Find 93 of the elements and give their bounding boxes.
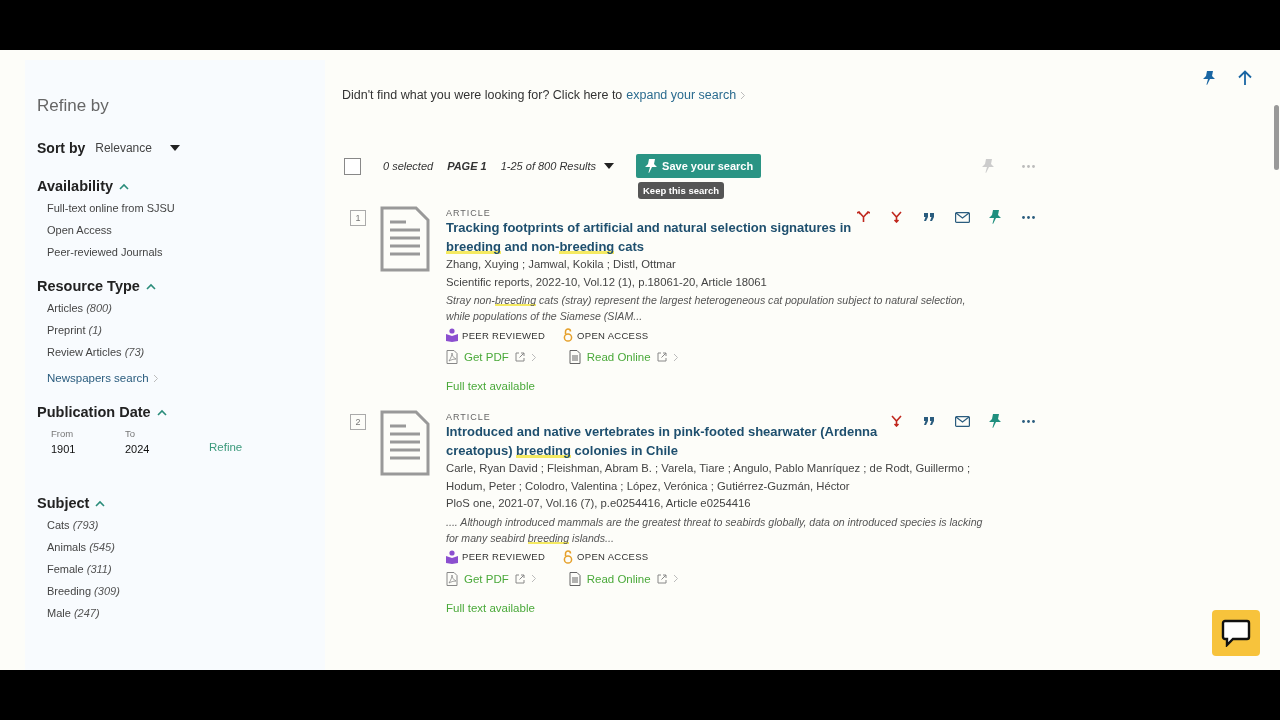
expand-search-link[interactable]: expand your search: [626, 88, 737, 102]
snippet: .... Although introduced mammals are the greatest threat to seabirds globally, data on introduced species is lacking for many seabird breeding islands...: [446, 514, 984, 546]
chevron-right-icon: [530, 352, 537, 362]
facet-item[interactable]: Breeding (309): [47, 585, 325, 597]
pin-icon: [988, 413, 1002, 429]
caret-down-icon: [604, 162, 615, 170]
refine-title: Refine by: [37, 96, 110, 116]
book-reader-icon: [446, 549, 458, 564]
more-icon: [1021, 215, 1035, 219]
arrow-up-icon: [1238, 70, 1252, 85]
caret-up-icon: [145, 282, 156, 290]
facet-item[interactable]: Animals (545): [47, 541, 325, 553]
to-year-field[interactable]: 2024: [125, 443, 199, 455]
external-link-icon: [514, 352, 525, 362]
facet-item[interactable]: Review Articles (73): [47, 346, 325, 358]
authors: Carle, Ryan David ; Fleishman, Abram B. ; Varela, Tiare ; Angulo, Pablo Manríquez ; de Rodt, Guillermo ; Hodum, Peter ; Colodro, Valentina ; López, Verónica ; Gutiérrez-Guzmán, Héctor: [446, 461, 972, 494]
chat-icon: [1221, 619, 1251, 647]
chevron-right-icon: [152, 373, 159, 383]
chevron-right-icon: [530, 574, 537, 583]
result-title[interactable]: Introduced and native vertebrates in pink-footed shearwater (Ardenna creatopus) breeding colonies in Chile: [446, 422, 886, 460]
external-link-icon: [514, 573, 525, 584]
resource-type: ARTICLE: [446, 412, 491, 422]
open-lock-icon: [563, 549, 574, 564]
document-icon: [380, 410, 430, 476]
pin-icon: [1202, 70, 1216, 86]
scrollbar[interactable]: [1274, 105, 1279, 170]
from-label: From: [51, 428, 75, 439]
newspapers-link[interactable]: Newspapers search: [47, 372, 159, 384]
pin-icon: [981, 158, 995, 174]
caret-up-icon: [95, 499, 106, 507]
facet-heading[interactable]: Resource Type: [37, 278, 156, 294]
external-link-icon: [656, 573, 667, 584]
results-range-dropdown[interactable]: 1-25 of 800 Results: [500, 160, 615, 172]
result-title[interactable]: Tracking footprints of artificial and natural selection signatures in breeding and non-breeding cats: [446, 218, 886, 256]
external-link-icon: [656, 352, 667, 362]
chat-button[interactable]: [1212, 610, 1260, 656]
open-lock-icon: [563, 328, 574, 342]
facet-item[interactable]: Female (311): [47, 563, 325, 575]
document-icon: [568, 571, 581, 586]
pin-icon: [988, 209, 1002, 225]
pdf-file-icon: [446, 350, 458, 364]
caret-down-icon: [169, 144, 180, 152]
page-label: PAGE 1: [447, 160, 487, 172]
result-number: 2: [350, 414, 366, 430]
result-number: 1: [350, 210, 366, 226]
source: PloS one, 2021-07, Vol.16 (7), p.e0254416, Article e0254416: [446, 496, 752, 511]
document-icon: [380, 206, 430, 272]
fork-icon: [890, 211, 902, 223]
snippet: Stray non-breeding cats (stray) represent the largest heterogeneous cat population subject to natural selection, while populations of the Siamese (SIAM...: [446, 293, 967, 324]
facet-item[interactable]: Cats (793): [47, 519, 325, 531]
tooltip: Keep this search: [638, 182, 725, 199]
facet-item[interactable]: Preprint (1): [47, 324, 325, 336]
facet-heading[interactable]: Subject: [37, 495, 106, 511]
authors: Zhang, Xuying ; Jamwal, Kokila ; Distl, Ottmar: [446, 257, 677, 272]
facet-heading[interactable]: Publication Date: [37, 404, 167, 420]
email-icon: [954, 415, 970, 427]
more-icon: [1021, 164, 1035, 168]
pdf-file-icon: [446, 571, 458, 586]
facet-item[interactable]: Articles (800): [47, 302, 325, 314]
fork-icon: [890, 415, 902, 427]
back-to-top-button[interactable]: [1238, 70, 1252, 88]
more-icon: [1021, 419, 1035, 423]
save-search-button[interactable]: Save your search: [636, 154, 762, 178]
badge-label: OPEN ACCESS: [577, 329, 649, 341]
chevron-right-icon: [672, 574, 679, 583]
facet-heading[interactable]: Availability: [37, 178, 130, 194]
chevron-right-icon: [740, 90, 747, 100]
selected-count: 0 selected: [383, 160, 434, 172]
notice-text: Didn't find what you were looking for? Click here to: [342, 88, 623, 102]
quote-icon: [923, 417, 935, 425]
from-year-field[interactable]: 1901: [51, 443, 125, 455]
facet-item[interactable]: Open Access: [47, 224, 325, 236]
chevron-right-icon: [672, 352, 679, 362]
facet-item[interactable]: Male (247): [47, 607, 325, 619]
quote-icon: [923, 213, 935, 221]
book-reader-icon: [446, 328, 458, 342]
sort-dropdown[interactable]: Relevance: [95, 141, 180, 155]
document-icon: [568, 350, 581, 364]
source: Scientific reports, 2022-10, Vol.12 (1), p.18061-20, Article 18061: [446, 274, 768, 290]
sort-label: Sort by: [37, 140, 86, 156]
caret-up-icon: [156, 408, 167, 416]
badge-label: OPEN ACCESS: [577, 551, 649, 562]
resource-type: ARTICLE: [446, 208, 491, 218]
select-all-checkbox[interactable]: [344, 157, 361, 175]
facet-item[interactable]: Full-text online from SJSU: [47, 202, 325, 214]
badge-label: PEER REVIEWED: [462, 551, 546, 562]
badge-label: PEER REVIEWED: [462, 329, 546, 341]
branch-icon: [856, 211, 870, 223]
to-label: To: [125, 428, 137, 439]
email-icon: [954, 211, 970, 223]
pin-icon: [644, 158, 659, 174]
caret-up-icon: [119, 182, 130, 190]
facet-item[interactable]: Peer-reviewed Journals: [47, 246, 325, 258]
